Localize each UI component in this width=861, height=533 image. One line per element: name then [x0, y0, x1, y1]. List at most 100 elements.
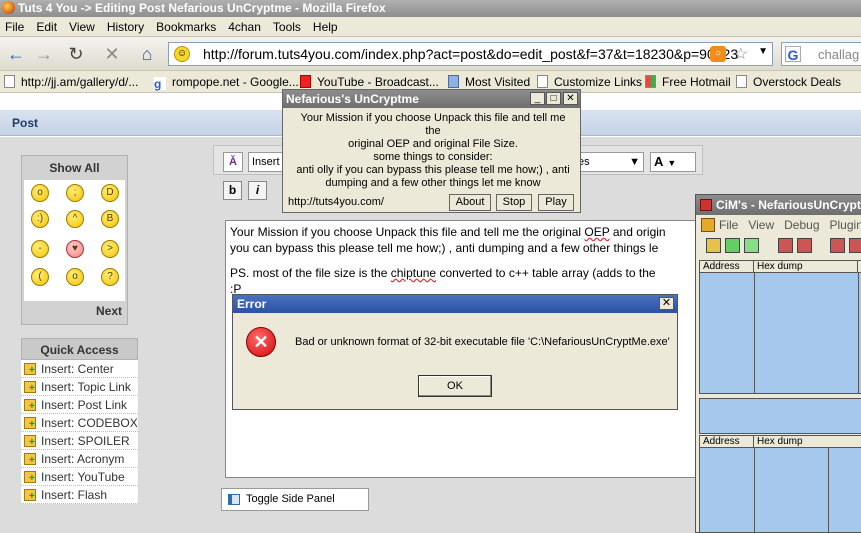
quick-insert-topic-link[interactable]: Insert: Topic Link — [21, 378, 138, 396]
disassembly-pane[interactable]: Address Hex dump — [699, 260, 861, 394]
smiley-happy-icon[interactable]: ^ — [66, 210, 84, 228]
stop-icon[interactable]: ✕ — [100, 42, 124, 66]
home-icon[interactable]: ⌂ — [135, 42, 159, 66]
pause-icon[interactable] — [797, 238, 812, 253]
debugger-menu-view[interactable]: View — [748, 218, 774, 232]
smiley-wink-icon[interactable]: ; — [66, 184, 84, 202]
bookmark-most-visited[interactable]: Most Visited — [448, 75, 530, 89]
smiley-grid: o ; D :) ^ B - ♥ > ( o ? — [24, 180, 125, 301]
bookmark-overstock[interactable]: Overstock Deals — [736, 75, 841, 89]
open-icon[interactable] — [706, 238, 721, 253]
menu-view[interactable]: View — [64, 17, 102, 37]
bookmark-jj-am[interactable]: http://jj.am/gallery/d/... — [4, 75, 138, 89]
toggle-side-panel-button[interactable]: Toggle Side Panel — [221, 488, 369, 511]
play-button[interactable]: Play — [538, 194, 574, 211]
url-bar[interactable]: ☺ http://forum.tuts4you.com/index.php?ac… — [168, 42, 773, 66]
quick-insert-flash[interactable]: Insert: Flash — [21, 486, 138, 504]
url-text[interactable]: http://forum.tuts4you.com/index.php?act=… — [203, 46, 738, 62]
pane-header: Address Hex dump — [700, 436, 861, 448]
insert-icon — [24, 435, 36, 448]
smiley-smile-icon[interactable]: :) — [31, 210, 49, 228]
folder-icon — [448, 75, 459, 88]
quick-insert-youtube[interactable]: Insert: YouTube — [21, 468, 138, 486]
search-input[interactable]: challag — [818, 47, 859, 62]
maximize-icon[interactable]: □ — [546, 92, 561, 105]
quick-access-header: Quick Access — [21, 338, 138, 360]
menu-help[interactable]: Help — [308, 17, 345, 37]
bookmark-star-icon[interactable]: ☆ — [734, 44, 748, 64]
debugger-menu: File View Debug Plugins — [696, 215, 861, 235]
bookmark-free-hotmail[interactable]: Free Hotmail — [645, 75, 731, 89]
dump-pane[interactable]: Address Hex dump — [699, 435, 861, 532]
close-icon[interactable]: ✕ — [659, 297, 674, 310]
bookmark-rompope[interactable]: g rompope.net - Google... — [154, 75, 299, 91]
quick-insert-codebox[interactable]: Insert: CODEBOX — [21, 414, 138, 432]
step-over-icon[interactable] — [849, 238, 861, 253]
side-panel-icon — [228, 494, 240, 505]
close-icon[interactable]: ✕ — [563, 92, 578, 105]
bold-button[interactable]: b — [223, 181, 242, 200]
debugger-app-icon — [700, 199, 712, 211]
registers-pane[interactable] — [699, 398, 861, 434]
bookmark-customize-links[interactable]: Customize Links — [537, 75, 642, 89]
firefox-icon — [2, 1, 15, 14]
debugger-menu-debug[interactable]: Debug — [784, 218, 819, 232]
bookmark-youtube[interactable]: YouTube - Broadcast... — [300, 75, 439, 89]
page-icon — [4, 75, 15, 88]
back-icon[interactable]: ← — [4, 42, 28, 66]
smiley-love-icon[interactable]: ♥ — [66, 240, 84, 258]
close-icon[interactable] — [744, 238, 759, 253]
step-icon[interactable] — [830, 238, 845, 253]
next-link[interactable]: Next — [96, 304, 122, 318]
smiley-sad-icon[interactable]: ( — [31, 268, 49, 286]
smiley-angry-icon[interactable]: > — [101, 240, 119, 258]
menu-history[interactable]: History — [102, 17, 151, 37]
restart-icon[interactable] — [725, 238, 740, 253]
smiley-blink-icon[interactable]: o — [66, 268, 84, 286]
reload-icon[interactable]: ↻ — [64, 42, 88, 66]
chevron-down-icon: ▼ — [667, 158, 677, 168]
debugger-menu-file[interactable]: File — [719, 218, 738, 232]
show-all-link[interactable]: Show All — [22, 156, 127, 180]
quick-insert-spoiler[interactable]: Insert: SPOILER — [21, 432, 138, 450]
minimize-icon[interactable]: _ — [530, 92, 545, 105]
smiley-cool-icon[interactable]: B — [101, 210, 119, 228]
smiley-grin-icon[interactable]: D — [101, 184, 119, 202]
debugger-menu-plugins[interactable]: Plugins — [830, 218, 861, 232]
google-icon[interactable]: G — [785, 46, 801, 63]
menu-4chan[interactable]: 4chan — [223, 17, 268, 37]
stop-button[interactable]: Stop — [496, 194, 532, 211]
menu-bookmarks[interactable]: Bookmarks — [151, 17, 223, 37]
quick-access-panel: Quick Access Insert: Center Insert: Topi… — [21, 338, 138, 508]
smiley-confused-icon[interactable]: ? — [101, 268, 119, 286]
search-box[interactable]: G challag — [781, 42, 861, 66]
about-button[interactable]: About — [449, 194, 491, 211]
rss-icon[interactable]: ○ — [710, 46, 726, 62]
special-chars-icon[interactable]: Ă — [223, 152, 243, 172]
google-icon: g — [154, 77, 166, 91]
smiley-shocked-icon[interactable]: o — [31, 184, 49, 202]
menu-file[interactable]: File — [0, 17, 31, 37]
debugger-window: CiM's - NefariousUnCryptM File View Debug P… — [695, 194, 861, 533]
ok-button[interactable]: OK — [418, 375, 492, 397]
error-message: Bad or unknown format of 32-bit executab… — [295, 336, 670, 348]
forward-icon[interactable]: → — [32, 42, 56, 66]
quick-insert-post-link[interactable]: Insert: Post Link — [21, 396, 138, 414]
chevron-down-icon[interactable]: ▼ — [758, 46, 768, 57]
quick-insert-acronym[interactable]: Insert: Acronym — [21, 450, 138, 468]
smiley-dry-icon[interactable]: - — [31, 240, 49, 258]
insert-icon — [24, 381, 36, 394]
font-color-button[interactable]: A ▼ — [650, 152, 696, 172]
font-size-select[interactable]: es ▼ — [574, 152, 644, 172]
insert-icon — [24, 471, 36, 484]
quick-insert-center[interactable]: Insert: Center — [21, 360, 138, 378]
pane-header: Address Hex dump — [700, 261, 861, 273]
menu-edit[interactable]: Edit — [31, 17, 64, 37]
menu-tools[interactable]: Tools — [268, 17, 308, 37]
run-icon[interactable] — [778, 238, 793, 253]
error-icon: ✕ — [246, 327, 276, 357]
post-title: Post — [12, 116, 39, 130]
italic-button[interactable]: i — [248, 181, 267, 200]
site-favicon-icon: ☺ — [174, 46, 190, 62]
error-title-bar: Error — [233, 295, 677, 313]
